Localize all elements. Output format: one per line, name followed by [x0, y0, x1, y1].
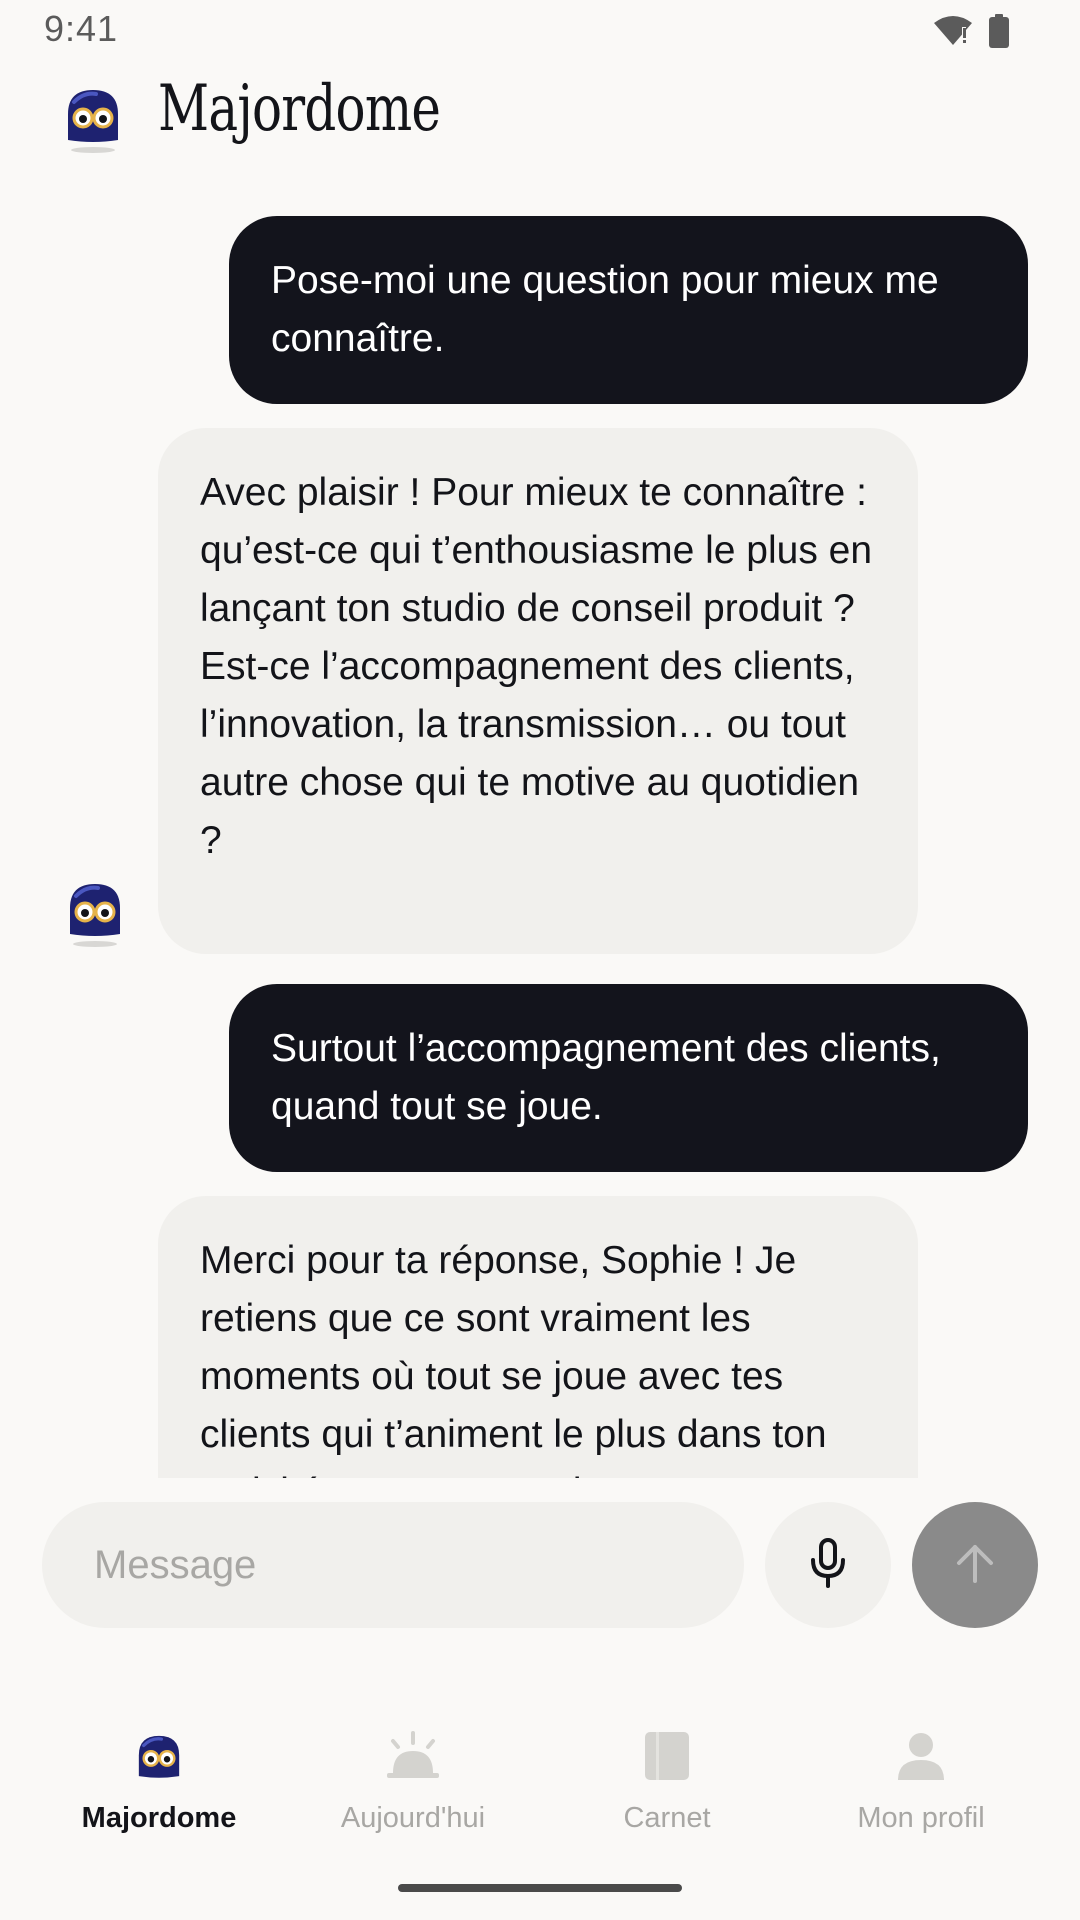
- sunrise-icon: [383, 1724, 443, 1788]
- majordome-robot-icon: [62, 84, 124, 156]
- status-icons: [932, 14, 1010, 53]
- battery-icon: [988, 14, 1010, 53]
- user-message: Pose-moi une question pour mieux me conn…: [229, 216, 1028, 404]
- status-bar: 9:41: [0, 0, 1080, 60]
- arrow-up-icon: [953, 1541, 997, 1590]
- nav-item-aujourdhui[interactable]: Aujourd'hui: [278, 1710, 548, 1860]
- bottom-navigation: Majordome Aujourd'hui Carnet Mon profil: [0, 1710, 1080, 1860]
- chat-thread[interactable]: Pose-moi une question pour mieux me conn…: [0, 180, 1080, 1478]
- app-header: Majordome: [0, 70, 1080, 180]
- nav-label: Majordome: [81, 1802, 237, 1834]
- user-message: Surtout l’accompagnement des clients, qu…: [229, 984, 1028, 1172]
- nav-label: Mon profil: [857, 1802, 985, 1834]
- assistant-message: Merci pour ta réponse, Sophie ! Je retie…: [158, 1196, 918, 1478]
- assistant-message: Avec plaisir ! Pour mieux te connaître :…: [158, 428, 918, 954]
- page-title: Majordome: [158, 72, 441, 146]
- person-icon: [895, 1724, 947, 1788]
- microphone-button[interactable]: [765, 1502, 891, 1628]
- nav-item-carnet[interactable]: Carnet: [532, 1710, 802, 1860]
- home-indicator[interactable]: [398, 1884, 682, 1892]
- send-button[interactable]: [912, 1502, 1038, 1628]
- majordome-robot-icon: [64, 878, 126, 950]
- majordome-robot-icon: [134, 1724, 184, 1788]
- nav-label: Carnet: [623, 1802, 711, 1834]
- microphone-icon: [808, 1537, 848, 1593]
- wifi-icon: [932, 15, 974, 52]
- status-time: 9:41: [44, 8, 119, 49]
- nav-item-majordome[interactable]: Majordome: [24, 1710, 294, 1860]
- nav-item-mon-profil[interactable]: Mon profil: [786, 1710, 1056, 1860]
- nav-label: Aujourd'hui: [340, 1802, 486, 1834]
- message-composer: [0, 1490, 1080, 1630]
- message-input[interactable]: [42, 1502, 744, 1628]
- notebook-icon: [642, 1724, 692, 1788]
